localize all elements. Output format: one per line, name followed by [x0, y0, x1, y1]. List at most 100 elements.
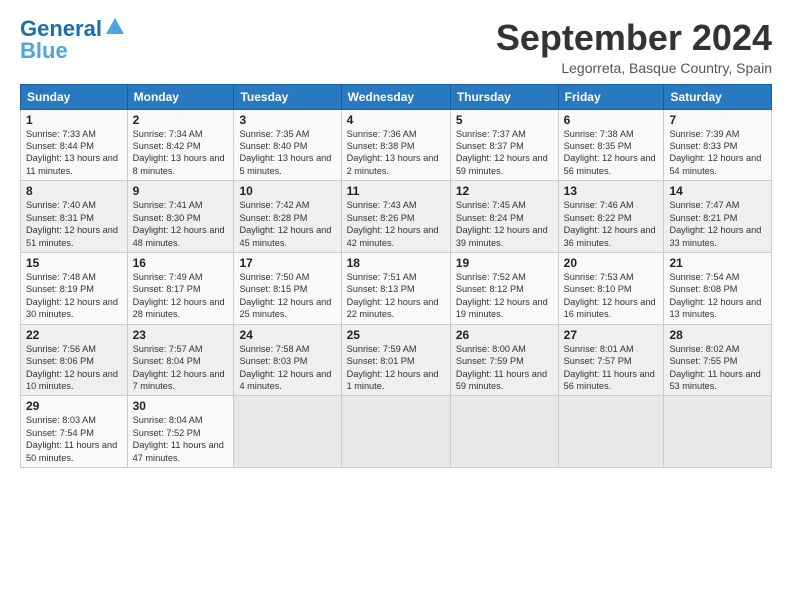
day-number: 24 [239, 328, 335, 342]
day-detail: Sunrise: 8:02 AMSunset: 7:55 PMDaylight:… [669, 344, 760, 391]
day-number: 6 [564, 113, 659, 127]
day-number: 20 [564, 256, 659, 270]
logo-general: General [20, 18, 102, 40]
calendar-day-cell [664, 396, 772, 468]
day-detail: Sunrise: 7:57 AMSunset: 8:04 PMDaylight:… [133, 344, 225, 391]
calendar-day-cell: 26Sunrise: 8:00 AMSunset: 7:59 PMDayligh… [450, 324, 558, 396]
calendar-day-cell: 8 Sunrise: 7:40 AMSunset: 8:31 PMDaylight… [21, 181, 128, 253]
day-number: 19 [456, 256, 553, 270]
day-number: 17 [239, 256, 335, 270]
calendar-day-header: Friday [558, 84, 664, 109]
calendar-week-row: 29 Sunrise: 8:03 AMSunset: 7:54 PMDayligh… [21, 396, 772, 468]
day-detail: Sunrise: 8:01 AMSunset: 7:57 PMDaylight:… [564, 344, 655, 391]
calendar-week-row: 15Sunrise: 7:48 AMSunset: 8:19 PMDayligh… [21, 252, 772, 324]
logo: General Blue [20, 18, 126, 62]
day-number: 4 [347, 113, 445, 127]
calendar-day-cell [341, 396, 450, 468]
day-number: 30 [133, 399, 229, 413]
calendar-day-cell: 30 Sunrise: 8:04 AMSunset: 7:52 PMDayligh… [127, 396, 234, 468]
day-detail: Sunrise: 7:58 AMSunset: 8:03 PMDaylight:… [239, 344, 331, 391]
day-number: 3 [239, 113, 335, 127]
day-detail: Sunrise: 7:42 AMSunset: 8:28 PMDaylight:… [239, 200, 331, 247]
calendar-day-header: Saturday [664, 84, 772, 109]
day-detail: Sunrise: 8:04 AMSunset: 7:52 PMDaylight:… [133, 415, 224, 462]
calendar-day-cell: 2 Sunrise: 7:34 AMSunset: 8:42 PMDaylight… [127, 109, 234, 181]
calendar-day-cell: 12Sunrise: 7:45 AMSunset: 8:24 PMDayligh… [450, 181, 558, 253]
day-number: 5 [456, 113, 553, 127]
calendar-day-cell: 9 Sunrise: 7:41 AMSunset: 8:30 PMDaylight… [127, 181, 234, 253]
page-header: General Blue September 2024 Legorreta, B… [20, 18, 772, 76]
calendar-day-cell: 11 Sunrise: 7:43 AMSunset: 8:26 PMDayligh… [341, 181, 450, 253]
day-number: 29 [26, 399, 122, 413]
calendar-day-cell [450, 396, 558, 468]
calendar-week-row: 1 Sunrise: 7:33 AMSunset: 8:44 PMDaylight… [21, 109, 772, 181]
day-detail: Sunrise: 7:41 AMSunset: 8:30 PMDaylight:… [133, 200, 225, 247]
calendar-day-header: Tuesday [234, 84, 341, 109]
day-detail: Sunrise: 7:52 AMSunset: 8:12 PMDaylight:… [456, 272, 548, 319]
logo-blue: Blue [20, 40, 68, 62]
day-detail: Sunrise: 7:37 AMSunset: 8:37 PMDaylight:… [456, 129, 548, 176]
calendar-day-cell: 3 Sunrise: 7:35 AMSunset: 8:40 PMDaylight… [234, 109, 341, 181]
day-detail: Sunrise: 7:50 AMSunset: 8:15 PMDaylight:… [239, 272, 331, 319]
calendar-day-header: Wednesday [341, 84, 450, 109]
calendar-day-cell: 22 Sunrise: 7:56 AMSunset: 8:06 PMDayligh… [21, 324, 128, 396]
day-number: 9 [133, 184, 229, 198]
calendar-day-cell: 21Sunrise: 7:54 AMSunset: 8:08 PMDayligh… [664, 252, 772, 324]
day-detail: Sunrise: 7:35 AMSunset: 8:40 PMDaylight:… [239, 129, 331, 176]
day-detail: Sunrise: 7:39 AMSunset: 8:33 PMDaylight:… [669, 129, 761, 176]
day-number: 14 [669, 184, 766, 198]
day-detail: Sunrise: 7:54 AMSunset: 8:08 PMDaylight:… [669, 272, 761, 319]
calendar-day-cell: 20 Sunrise: 7:53 AMSunset: 8:10 PMDayligh… [558, 252, 664, 324]
day-number: 11 [347, 184, 445, 198]
day-detail: Sunrise: 7:38 AMSunset: 8:35 PMDaylight:… [564, 129, 656, 176]
title-block: September 2024 Legorreta, Basque Country… [496, 18, 772, 76]
calendar-day-cell: 13 Sunrise: 7:46 AMSunset: 8:22 PMDayligh… [558, 181, 664, 253]
day-number: 18 [347, 256, 445, 270]
calendar-week-row: 22 Sunrise: 7:56 AMSunset: 8:06 PMDayligh… [21, 324, 772, 396]
day-detail: Sunrise: 7:53 AMSunset: 8:10 PMDaylight:… [564, 272, 656, 319]
day-detail: Sunrise: 7:46 AMSunset: 8:22 PMDaylight:… [564, 200, 656, 247]
calendar-day-cell: 14Sunrise: 7:47 AMSunset: 8:21 PMDayligh… [664, 181, 772, 253]
day-detail: Sunrise: 8:00 AMSunset: 7:59 PMDaylight:… [456, 344, 547, 391]
day-detail: Sunrise: 7:59 AMSunset: 8:01 PMDaylight:… [347, 344, 439, 391]
calendar-body: 1 Sunrise: 7:33 AMSunset: 8:44 PMDaylight… [21, 109, 772, 467]
calendar-day-header: Monday [127, 84, 234, 109]
calendar-day-cell: 6 Sunrise: 7:38 AMSunset: 8:35 PMDaylight… [558, 109, 664, 181]
calendar-day-cell: 24 Sunrise: 7:58 AMSunset: 8:03 PMDayligh… [234, 324, 341, 396]
day-number: 1 [26, 113, 122, 127]
calendar-day-cell: 15Sunrise: 7:48 AMSunset: 8:19 PMDayligh… [21, 252, 128, 324]
day-number: 7 [669, 113, 766, 127]
calendar-day-cell [234, 396, 341, 468]
day-number: 22 [26, 328, 122, 342]
calendar-day-cell: 7 Sunrise: 7:39 AMSunset: 8:33 PMDaylight… [664, 109, 772, 181]
day-detail: Sunrise: 7:45 AMSunset: 8:24 PMDaylight:… [456, 200, 548, 247]
calendar-day-cell: 16 Sunrise: 7:49 AMSunset: 8:17 PMDayligh… [127, 252, 234, 324]
calendar-day-cell: 28Sunrise: 8:02 AMSunset: 7:55 PMDayligh… [664, 324, 772, 396]
day-detail: Sunrise: 7:43 AMSunset: 8:26 PMDaylight:… [347, 200, 439, 247]
calendar-header-row: SundayMondayTuesdayWednesdayThursdayFrid… [21, 84, 772, 109]
main-title: September 2024 [496, 18, 772, 58]
day-number: 2 [133, 113, 229, 127]
day-detail: Sunrise: 7:40 AMSunset: 8:31 PMDaylight:… [26, 200, 118, 247]
day-number: 13 [564, 184, 659, 198]
calendar-day-cell: 5 Sunrise: 7:37 AMSunset: 8:37 PMDaylight… [450, 109, 558, 181]
calendar-day-cell: 17 Sunrise: 7:50 AMSunset: 8:15 PMDayligh… [234, 252, 341, 324]
calendar-day-header: Thursday [450, 84, 558, 109]
day-detail: Sunrise: 7:33 AMSunset: 8:44 PMDaylight:… [26, 129, 118, 176]
day-number: 8 [26, 184, 122, 198]
logo-icon [104, 16, 126, 38]
calendar-week-row: 8 Sunrise: 7:40 AMSunset: 8:31 PMDaylight… [21, 181, 772, 253]
day-detail: Sunrise: 7:49 AMSunset: 8:17 PMDaylight:… [133, 272, 225, 319]
day-number: 15 [26, 256, 122, 270]
day-detail: Sunrise: 7:56 AMSunset: 8:06 PMDaylight:… [26, 344, 118, 391]
day-number: 10 [239, 184, 335, 198]
calendar-day-cell: 27Sunrise: 8:01 AMSunset: 7:57 PMDayligh… [558, 324, 664, 396]
calendar-day-cell: 25Sunrise: 7:59 AMSunset: 8:01 PMDayligh… [341, 324, 450, 396]
calendar-day-header: Sunday [21, 84, 128, 109]
day-number: 16 [133, 256, 229, 270]
calendar-day-cell: 10 Sunrise: 7:42 AMSunset: 8:28 PMDayligh… [234, 181, 341, 253]
calendar-day-cell: 19 Sunrise: 7:52 AMSunset: 8:12 PMDayligh… [450, 252, 558, 324]
day-detail: Sunrise: 8:03 AMSunset: 7:54 PMDaylight:… [26, 415, 117, 462]
day-detail: Sunrise: 7:34 AMSunset: 8:42 PMDaylight:… [133, 129, 225, 176]
calendar-day-cell: 23Sunrise: 7:57 AMSunset: 8:04 PMDayligh… [127, 324, 234, 396]
